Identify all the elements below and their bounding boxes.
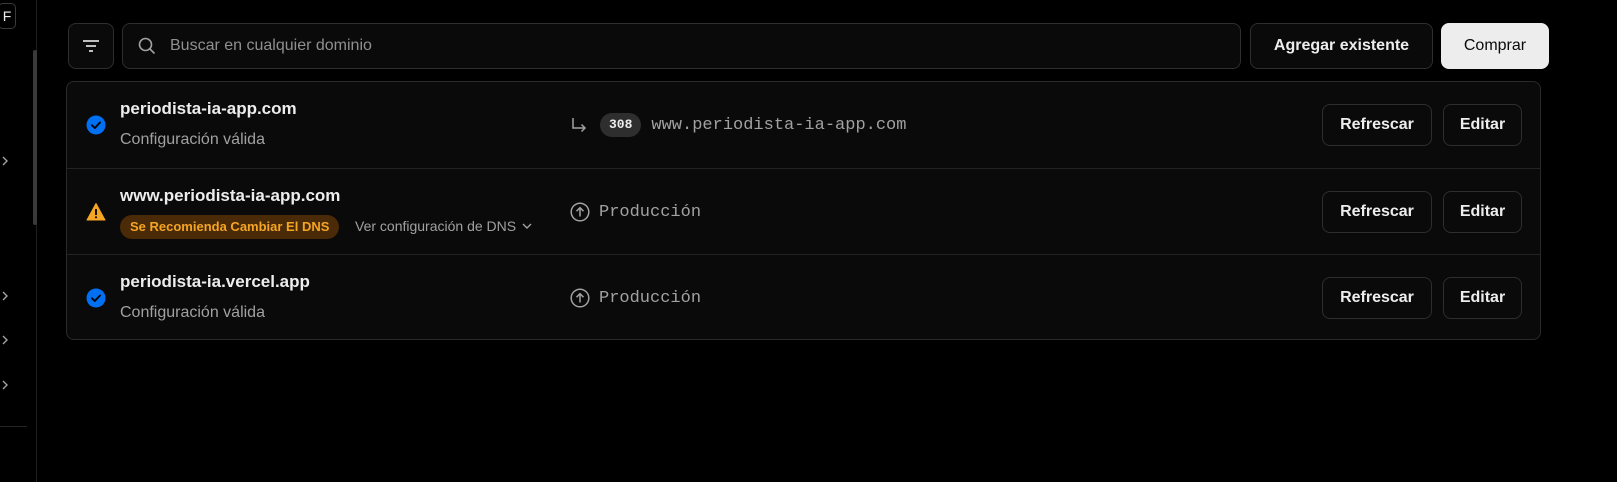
domain-name[interactable]: periodista-ia-app.com [120,99,297,119]
deployment-target: Producción [570,286,701,310]
domain-name[interactable]: www.periodista-ia-app.com [120,186,340,206]
domains-list: periodista-ia-app.com Configuración váli… [66,81,1541,340]
domain-name[interactable]: periodista-ia.vercel.app [120,272,310,292]
refresh-button[interactable]: Refrescar [1322,191,1432,233]
warning-triangle-icon [86,203,106,221]
deployment-target-text[interactable]: Producción [599,289,701,308]
arrow-up-circle-icon [570,288,590,308]
check-circle-icon [86,288,106,308]
filter-icon [83,40,99,52]
search-box [122,23,1241,69]
keyboard-shortcut-badge: F [0,3,16,29]
arrow-up-circle-icon [570,202,590,222]
redirect-target-text[interactable]: www.periodista-ia-app.com [651,116,906,135]
domains-toolbar: Agregar existente Comprar [68,23,1589,69]
chevron-right-icon[interactable] [0,335,10,345]
check-circle-icon [86,115,106,135]
chevron-right-icon[interactable] [0,156,10,166]
sidebar: F [0,0,37,482]
buy-domain-button[interactable]: Comprar [1441,23,1549,69]
view-dns-config-toggle[interactable]: Ver configuración de DNS [355,218,532,234]
refresh-button[interactable]: Refrescar [1322,277,1432,319]
edit-button[interactable]: Editar [1443,104,1522,146]
sidebar-divider [0,426,27,427]
chevron-right-icon[interactable] [0,291,10,301]
deployment-target-text[interactable]: Producción [599,203,701,222]
chevron-down-icon [522,223,532,229]
search-icon [138,37,156,55]
dns-warning-badge: Se Recomienda Cambiar El DNS [120,215,340,239]
search-input[interactable] [168,36,1172,56]
domain-row: www.periodista-ia-app.com Se Recomienda … [67,168,1540,255]
redirect-code-badge: 308 [600,113,642,137]
config-status-text: Configuración válida [120,131,265,148]
edit-button[interactable]: Editar [1443,277,1522,319]
deployment-target: Producción [570,200,701,224]
redirect-target: 308 www.periodista-ia-app.com [570,113,906,137]
edit-button[interactable]: Editar [1443,191,1522,233]
sidebar-scrollbar[interactable] [33,50,37,225]
chevron-right-icon[interactable] [0,380,10,390]
refresh-button[interactable]: Refrescar [1322,104,1432,146]
add-existing-button[interactable]: Agregar existente [1250,23,1433,69]
filter-button[interactable] [68,23,114,69]
redirect-arrow-icon [572,118,587,133]
domain-row: periodista-ia-app.com Configuración váli… [67,82,1540,168]
config-status-text: Configuración válida [120,304,265,321]
view-dns-config-label: Ver configuración de DNS [355,218,517,234]
domain-row: periodista-ia.vercel.app Configuración v… [67,254,1540,339]
